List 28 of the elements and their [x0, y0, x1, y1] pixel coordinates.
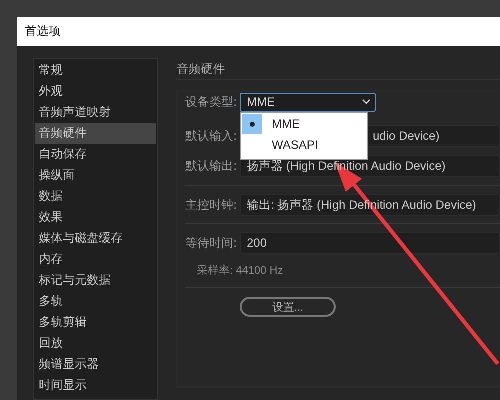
sidebar-item[interactable]: 内存	[35, 249, 156, 270]
sidebar-item[interactable]: 频谱显示器	[35, 354, 156, 375]
sidebar-item[interactable]: 多轨	[35, 291, 156, 312]
sidebar-item[interactable]: 音频硬件	[35, 123, 156, 144]
sidebar-item[interactable]: 自动保存	[35, 144, 156, 165]
settings-button[interactable]: 设置...	[240, 297, 336, 317]
sidebar-item[interactable]: 时间显示	[35, 375, 156, 396]
device-type-dropdown[interactable]: MME	[240, 92, 376, 112]
sidebar-item[interactable]: 多轨剪辑	[35, 312, 156, 333]
sidebar-item[interactable]: 音频声道映射	[35, 102, 156, 123]
field-label: 设备类型:	[185, 94, 237, 110]
sample-rate-text: 采样率: 44100 Hz	[197, 264, 284, 278]
sidebar-item[interactable]: 媒体与磁盘缓存	[35, 228, 156, 249]
field-label: 默认输入:	[185, 128, 237, 144]
field-label: 等待时间:	[185, 234, 237, 252]
window-title: 首选项	[25, 23, 61, 40]
sidebar-item[interactable]: 标记与元数据	[35, 270, 156, 291]
latency-field[interactable]: 200	[240, 232, 500, 254]
caret-icon	[362, 99, 371, 105]
sidebar-item[interactable]: 常规	[35, 60, 156, 81]
sidebar-item[interactable]: 外观	[35, 81, 156, 102]
sidebar-item[interactable]: 效果	[35, 207, 156, 228]
field-label: 默认输出:	[185, 158, 237, 174]
sidebar-item[interactable]: 数据	[35, 186, 156, 207]
sidebar-item[interactable]: 操纵面	[35, 165, 156, 186]
sidebar-item[interactable]: 回放	[35, 333, 156, 354]
field-label: 主控时钟:	[185, 196, 237, 214]
section-title: 音频硬件	[176, 61, 500, 80]
